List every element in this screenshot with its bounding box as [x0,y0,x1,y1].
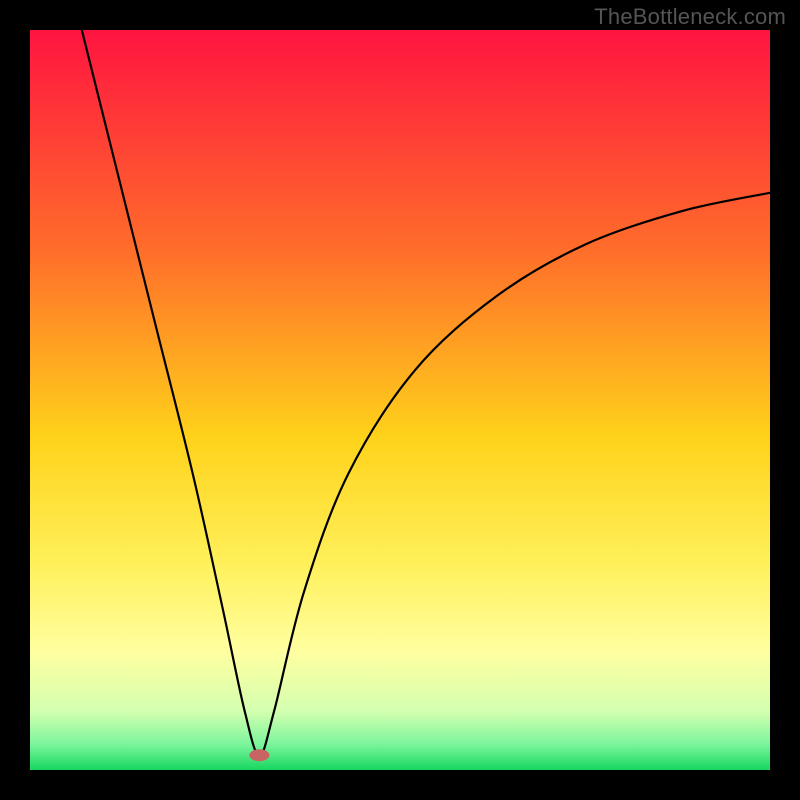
vertex-marker [249,749,269,761]
chart-svg [30,30,770,770]
plot-frame [30,30,770,770]
chart-background-gradient [30,30,770,770]
watermark-text: TheBottleneck.com [594,4,786,30]
